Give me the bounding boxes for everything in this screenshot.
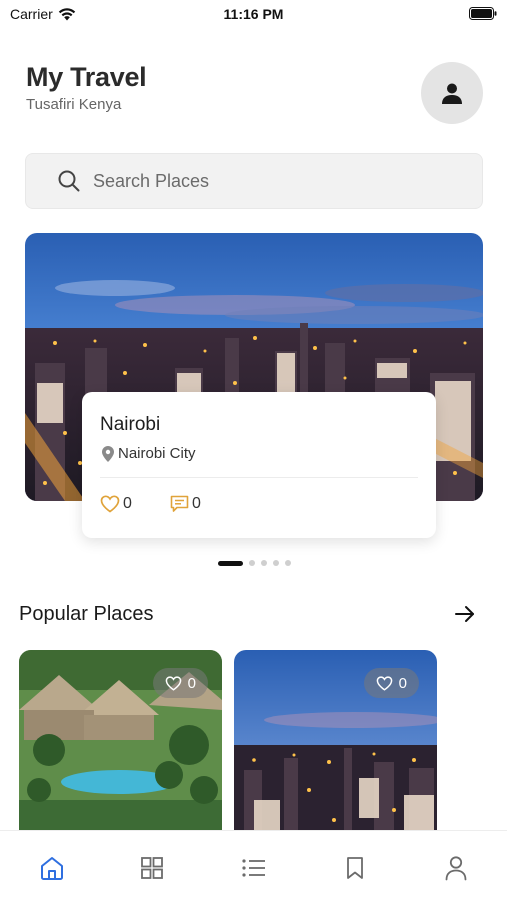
search-input[interactable] bbox=[93, 170, 453, 192]
popular-like-button[interactable]: 0 bbox=[152, 668, 208, 698]
featured-place-location-label: Nairobi City bbox=[118, 445, 196, 462]
tab-home[interactable] bbox=[37, 853, 67, 883]
arrow-right-icon[interactable] bbox=[453, 602, 477, 626]
carousel-dot-3[interactable] bbox=[261, 560, 267, 566]
featured-like-button[interactable]: 0 bbox=[100, 495, 132, 513]
location-pin-icon bbox=[102, 445, 114, 462]
search-icon bbox=[58, 170, 80, 192]
grid-icon bbox=[141, 857, 163, 879]
featured-like-count: 0 bbox=[123, 495, 132, 512]
carousel-dot-1[interactable] bbox=[218, 560, 243, 566]
carousel-dot-5[interactable] bbox=[285, 560, 291, 566]
status-bar: Carrier 11:16 PM bbox=[0, 0, 507, 28]
profile-icon bbox=[445, 856, 467, 881]
divider bbox=[100, 477, 418, 478]
bottom-tab-bar bbox=[0, 830, 507, 900]
battery-icon bbox=[469, 7, 497, 20]
popular-places-heading: Popular Places bbox=[19, 603, 154, 625]
list-icon bbox=[242, 859, 265, 877]
clock: 11:16 PM bbox=[223, 6, 284, 22]
popular-like-button[interactable]: 0 bbox=[363, 668, 419, 698]
heart-icon bbox=[376, 675, 392, 691]
tab-profile[interactable] bbox=[441, 853, 471, 883]
page-subtitle: Tusafiri Kenya bbox=[26, 96, 122, 113]
search-bar[interactable] bbox=[25, 153, 483, 209]
tab-list[interactable] bbox=[239, 853, 269, 883]
popular-place-card[interactable]: 0 bbox=[19, 650, 222, 836]
page-title: My Travel bbox=[26, 62, 147, 92]
featured-place-location: Nairobi City bbox=[102, 445, 196, 462]
carousel-page-indicator[interactable] bbox=[218, 560, 291, 566]
home-icon bbox=[41, 857, 63, 880]
person-icon bbox=[442, 83, 462, 104]
tab-categories[interactable] bbox=[137, 853, 167, 883]
carousel-dot-2[interactable] bbox=[249, 560, 255, 566]
heart-icon bbox=[100, 495, 120, 513]
featured-comment-count: 0 bbox=[192, 495, 201, 512]
bookmark-icon bbox=[347, 857, 363, 879]
popular-like-count: 0 bbox=[398, 674, 407, 692]
popular-like-count: 0 bbox=[187, 674, 196, 692]
heart-icon bbox=[165, 675, 181, 691]
featured-place-name: Nairobi bbox=[100, 414, 161, 435]
header: My Travel Tusafiri Kenya bbox=[26, 62, 147, 113]
comment-icon bbox=[170, 495, 189, 512]
carousel-dot-4[interactable] bbox=[273, 560, 279, 566]
featured-place-card[interactable]: Nairobi Nairobi City 0 0 bbox=[82, 392, 436, 538]
tab-saved[interactable] bbox=[340, 853, 370, 883]
featured-comment-button[interactable]: 0 bbox=[170, 495, 201, 513]
profile-avatar-button[interactable] bbox=[421, 62, 483, 124]
popular-place-card[interactable]: 0 bbox=[234, 650, 437, 836]
